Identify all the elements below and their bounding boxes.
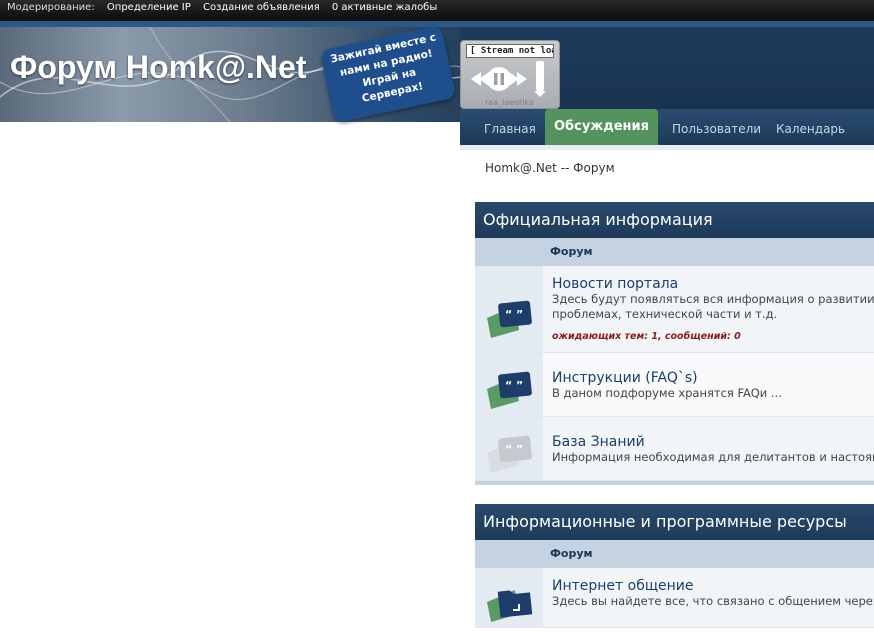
- tab-users[interactable]: Пользователи: [672, 109, 761, 145]
- create-announcement-link[interactable]: Создание объявления: [203, 2, 320, 13]
- pause-icon: [487, 67, 511, 91]
- forum-description: В даном подфоруме хранятся FAQи ...: [552, 386, 782, 400]
- tab-home[interactable]: Главная: [484, 109, 536, 145]
- forum-speech-bubble-inactive-icon: “ ”: [487, 435, 532, 473]
- forum-icon-cell: “ ”: [475, 266, 543, 352]
- main-nav: Главная Обсуждения Пользователи Календар…: [460, 109, 874, 145]
- category-info-resources: Информационные и программные ресурсы Фор…: [475, 504, 874, 628]
- forum-title-link[interactable]: Интернет общение: [552, 578, 874, 594]
- forum-row: “ ” Новости портала Здесь будут появлять…: [475, 266, 874, 353]
- column-header-forum: Форум: [475, 238, 874, 266]
- forum-row: “ ” База Знаний Информация необходимая д…: [475, 417, 874, 481]
- category-title[interactable]: Официальная информация: [475, 202, 874, 238]
- forum-row: “ ” Инструкции (FAQ`s) В даном подфоруме…: [475, 353, 874, 417]
- breadcrumb[interactable]: Homk@.Net -- Форум: [485, 161, 615, 175]
- forum-description: Информация необходимая для делитантов и …: [552, 450, 874, 464]
- forum-folder-icon: [487, 590, 533, 622]
- forum-description: Здесь будут появляться вся информация о …: [552, 292, 874, 321]
- forum-icon-cell: [475, 568, 543, 627]
- forum-body: База Знаний Информация необходимая для д…: [543, 417, 874, 480]
- site-header: Форум Homk@.Net Зажигай вместе с нами на…: [0, 24, 874, 124]
- category-official-info: Официальная информация Форум “ ” Новости…: [475, 202, 874, 485]
- forum-icon-cell: “ ”: [475, 417, 543, 480]
- stream-status: [ Stream not loaded ]: [466, 44, 554, 58]
- radio-player: [ Stream not loaded ] raa_laeotika: [460, 40, 560, 109]
- category-footer: [475, 481, 874, 485]
- forum-title-link[interactable]: Новости портала: [552, 276, 874, 292]
- column-header-forum: Форум: [475, 540, 874, 568]
- player-site-label: raa_laeotika: [485, 98, 534, 107]
- pending-topics-note[interactable]: ожидающих тем: 1, сообщений: 0: [552, 331, 874, 342]
- svg-text:“ ”: “ ”: [505, 308, 523, 321]
- active-reports-link[interactable]: 0 активные жалобы: [332, 2, 437, 13]
- nav-underline: [460, 145, 874, 150]
- tab-discussions[interactable]: Обсуждения: [545, 109, 658, 145]
- forum-icon-cell: “ ”: [475, 353, 543, 416]
- forum-title-link[interactable]: База Знаний: [552, 434, 874, 450]
- tab-calendar[interactable]: Календарь: [776, 109, 845, 145]
- forum-body: Инструкции (FAQ`s) В даном подфоруме хра…: [543, 353, 874, 416]
- moderation-bar: Модерирование: Определение IP Создание о…: [0, 0, 874, 17]
- volume-slider[interactable]: [534, 61, 546, 97]
- forum-body: Новости портала Здесь будут появляться в…: [543, 266, 874, 352]
- forum-title-link[interactable]: Инструкции (FAQ`s): [552, 370, 874, 386]
- moderation-label: Модерирование:: [7, 2, 95, 13]
- site-logo[interactable]: Форум Homk@.Net: [10, 49, 306, 86]
- svg-text:“ ”: “ ”: [505, 443, 523, 456]
- forum-row: Интернет общение Здесь вы найдете все, ч…: [475, 568, 874, 628]
- svg-text:“ ”: “ ”: [505, 379, 523, 392]
- forum-description: Здесь вы найдете все, что связано с обще…: [552, 594, 874, 608]
- forum-speech-bubble-icon: “ ”: [487, 371, 532, 409]
- category-title[interactable]: Информационные и программные ресурсы: [475, 504, 874, 540]
- forum-body: Интернет общение Здесь вы найдете все, ч…: [543, 568, 874, 627]
- forum-speech-bubble-icon: “ ”: [487, 300, 532, 338]
- ip-lookup-link[interactable]: Определение IP: [107, 2, 191, 13]
- play-pause-controls[interactable]: [469, 62, 529, 96]
